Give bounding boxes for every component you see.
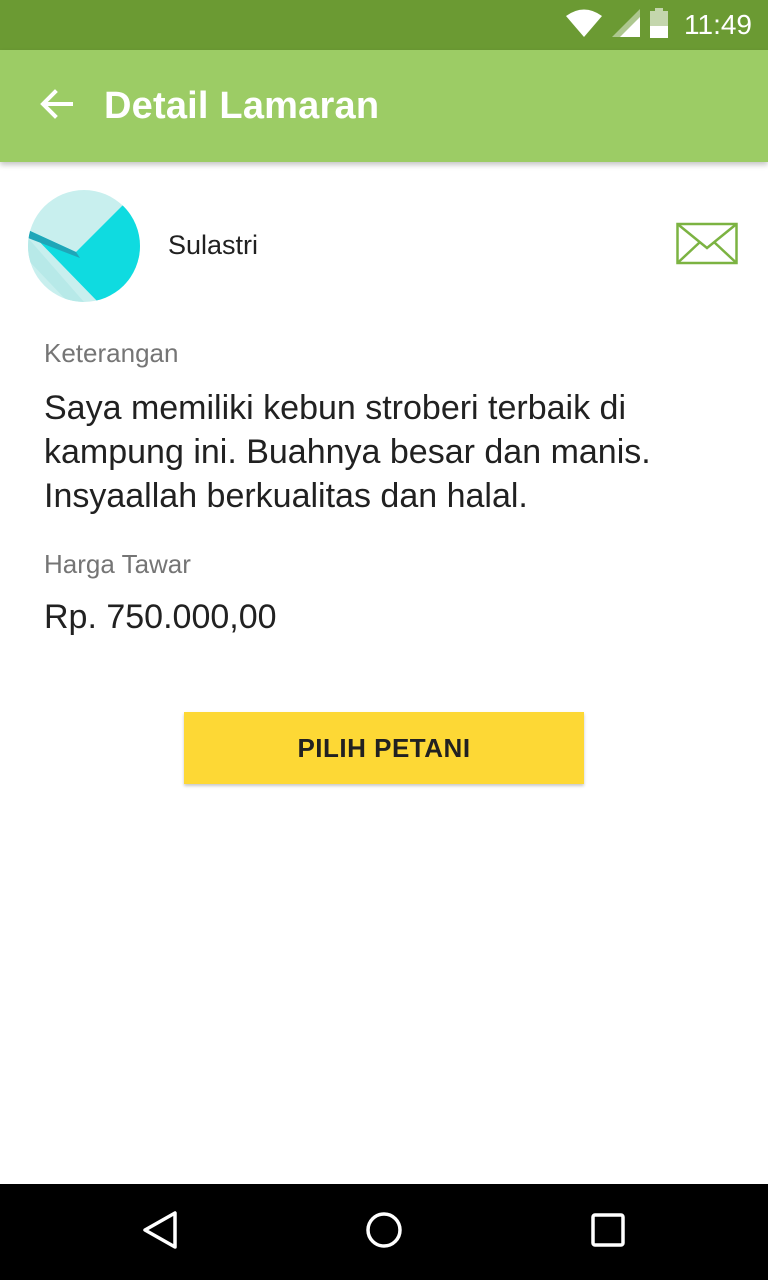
- page-title: Detail Lamaran: [104, 84, 380, 127]
- description-text: Saya memiliki kebun stroberi terbaik di …: [44, 389, 651, 515]
- battery-icon: [650, 7, 668, 43]
- status-time: 11:49: [684, 9, 752, 40]
- nav-home-icon: [364, 1210, 404, 1255]
- nav-recent-button[interactable]: [578, 1202, 638, 1262]
- app-bar: Detail Lamaran: [0, 50, 768, 162]
- avatar[interactable]: [28, 190, 140, 302]
- nav-home-button[interactable]: [354, 1202, 414, 1262]
- signal-icon: [612, 8, 640, 42]
- screen: 11:49 Detail Lamaran Sulastri Keterangan…: [0, 0, 768, 1280]
- arrow-back-icon: [38, 86, 74, 127]
- nav-back-button[interactable]: [130, 1202, 190, 1262]
- nav-back-icon: [140, 1210, 180, 1255]
- select-farmer-button[interactable]: PILIH PETANI: [184, 712, 584, 784]
- mail-icon: [676, 222, 740, 272]
- applicant-name: Sulastri: [168, 230, 259, 260]
- back-button[interactable]: [0, 50, 104, 162]
- price-value: Rp. 750.000,00: [44, 598, 277, 636]
- status-bar: 11:49: [0, 0, 768, 50]
- wifi-icon: [566, 9, 602, 42]
- navigation-bar: [0, 1184, 768, 1280]
- message-button[interactable]: [676, 220, 740, 268]
- price-label: Harga Tawar: [44, 549, 191, 579]
- applicant-header: Sulastri: [28, 190, 740, 302]
- nav-recent-icon: [588, 1210, 628, 1255]
- description-label: Keterangan: [44, 338, 179, 368]
